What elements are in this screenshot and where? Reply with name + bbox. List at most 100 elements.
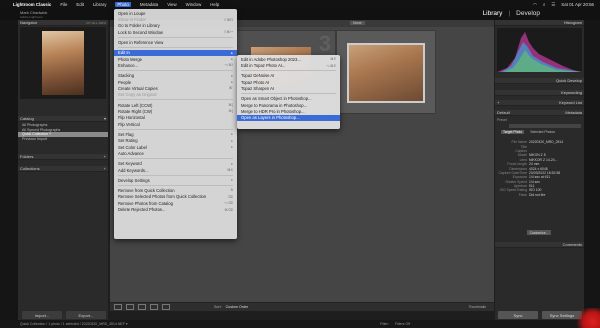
photo-menu-item-label: Enhance... [118, 62, 139, 68]
menu-separator [118, 128, 233, 130]
photo-menu-item-label: Rotate Right (CW) [118, 108, 153, 114]
menu-edit[interactable]: Edit [76, 2, 84, 7]
edit-in-item-topaz-sharpen-ai[interactable]: Topaz Sharpen AI [237, 85, 340, 91]
metadata-key: Exposure [512, 175, 527, 180]
metadata-tabs: Target Photo Selected Photos [501, 130, 555, 134]
keyword-list-header[interactable]: + Keyword List [495, 100, 584, 106]
photo-menu-item-flip-vertical[interactable]: Flip Vertical [114, 121, 237, 127]
menu-library[interactable]: Library [93, 2, 106, 7]
photo-menu-item-open-in-reference-view[interactable]: Open in Reference View [114, 39, 237, 45]
photo-menu-item-label: Stacking [118, 73, 135, 79]
metadata-value[interactable]: ISO 100 [529, 188, 541, 192]
metadata-key: Flash [518, 192, 527, 197]
folders-header[interactable]: Folders + [18, 154, 108, 160]
collections-header[interactable]: Collections + [18, 166, 108, 172]
photo-menu-item-set-copy-as-original[interactable]: Set Copy as Original [114, 92, 237, 98]
tab-target-photo[interactable]: Target Photo [501, 130, 525, 134]
keywording-header[interactable]: Keywording [495, 90, 584, 96]
metadata-preset-select[interactable]: Default [497, 110, 510, 115]
export-button[interactable]: Export... [66, 311, 106, 319]
edit-in-item-label: Open as Layers in Photoshop... [241, 115, 300, 121]
control-center-icon[interactable]: ☰ [551, 2, 555, 8]
menu-separator [241, 93, 336, 95]
menu-view[interactable]: View [167, 2, 176, 7]
filter-select[interactable]: Filters Off [395, 322, 410, 326]
sort-select[interactable]: Custom Order [226, 305, 249, 309]
menu-file[interactable]: File [60, 2, 67, 7]
module-develop[interactable]: Develop [516, 10, 540, 17]
keyword-list-title: Keyword List [559, 100, 582, 105]
metadata-value[interactable]: NIKON Z 8 [529, 153, 546, 157]
navigator-header[interactable]: Navigator FIT FILL 100% [18, 20, 108, 26]
people-view-icon[interactable] [162, 304, 170, 310]
thumbnails-slider-label[interactable]: Thumbnails [468, 305, 486, 309]
menu-shortcut: ⌥⌘E [325, 63, 336, 68]
sort-none-label[interactable]: None [350, 21, 365, 25]
import-button[interactable]: Import... [22, 311, 62, 319]
photo-menu-item-develop-settings[interactable]: Develop Settings ▸ [114, 177, 237, 183]
customize-button[interactable]: Customize... [527, 230, 551, 235]
photo-menu-item-delete-rejected-photos[interactable]: Delete Rejected Photos... ⌘⌫ [114, 206, 237, 212]
metadata-key: Dimensions [509, 166, 527, 171]
quick-develop-header[interactable]: Quick Develop [495, 78, 584, 84]
menu-metadata[interactable]: Metadata [140, 2, 158, 7]
navigator-preview[interactable] [20, 27, 106, 99]
metadata-value[interactable]: 1/4 sec at f/11 [529, 175, 550, 179]
filmstrip-info[interactable]: Quick Collection / 1 photo / 1 selected … [20, 322, 128, 326]
metadata-value[interactable]: 20220320_MRD_2814 [529, 140, 563, 144]
compare-view-icon[interactable] [138, 304, 146, 310]
photo-menu-item-label: Add Keywords... [118, 167, 149, 173]
module-library[interactable]: Library [483, 10, 503, 17]
catalog-previous-import[interactable]: Previous Import [18, 137, 108, 142]
photo-menu-item-lock-to-second-window[interactable]: Lock to Second Window ⇧⌘↩ [114, 29, 237, 35]
metadata-value[interactable]: 4024 x 6048 [529, 167, 548, 171]
metadata-value[interactable]: f/11 [529, 184, 534, 188]
loupe-view-icon[interactable] [126, 304, 134, 310]
photo-menu-item-label: Set Flag [118, 131, 134, 137]
menubar-status: ◠ ⌕ ☰ Sat 01 Apr 20:56 [533, 0, 594, 9]
mac-menubar: Lightroom Classic File Edit Library Phot… [0, 0, 600, 9]
metadata-header[interactable]: Default Metadata [495, 110, 584, 116]
metadata-value[interactable]: NIKKOR Z 14-24... [529, 158, 557, 162]
catalog-header[interactable]: Catalog ▾ [18, 116, 108, 122]
metadata-value[interactable]: Did not fire [529, 193, 545, 197]
preset-select[interactable] [509, 124, 581, 128]
photo-menu-item-enhance[interactable]: Enhance... ⌥⌘I [114, 62, 237, 68]
grid-cell[interactable] [336, 30, 436, 114]
metadata-value[interactable]: 20/03/2022 18:52:58 [529, 171, 560, 175]
photo-menu-item-label: Show in Finder [118, 17, 146, 23]
photo-menu-item-label: Flip Horizontal [118, 115, 145, 121]
grid-thumbnail-selected[interactable] [347, 43, 425, 103]
edit-in-item-open-as-layers-in-photoshop[interactable]: Open as Layers in Photoshop... [237, 114, 340, 122]
menu-separator [118, 47, 233, 49]
metadata-key: Shutter Speed [505, 179, 527, 184]
photo-menu-item-add-keywords[interactable]: Add Keywords... ⌘K [114, 167, 237, 173]
metadata-value[interactable]: 24 mm [529, 162, 539, 166]
menu-photo[interactable]: Photo [115, 2, 131, 7]
photo-menu-item-auto-advance[interactable]: Auto Advance [114, 150, 237, 156]
metadata-fields: File Name 20220320_MRD_2814 Title Caption Mo… [497, 140, 583, 197]
menu-window[interactable]: Window [186, 2, 202, 7]
edit-in-item-edit-in-topaz-photo-ai[interactable]: Edit in Topaz Photo AI... ⌥⌘E [237, 62, 340, 68]
navigator-title: Navigator [20, 20, 38, 25]
edit-in-item-label: Edit in Adobe Photoshop 2023... [241, 56, 301, 62]
comments-header[interactable]: Comments [495, 242, 584, 248]
sync-button[interactable]: Sync [498, 311, 538, 319]
grid-view-icon[interactable] [114, 304, 122, 310]
edit-in-item-label: Topaz DeNoise AI [241, 73, 275, 79]
search-icon[interactable]: ⌕ [543, 2, 545, 7]
app-menu[interactable]: Lightroom Classic [13, 2, 51, 7]
filter-label: Filter: [380, 322, 389, 326]
wifi-icon[interactable]: ◠ [533, 2, 537, 8]
metadata-key: Title [520, 144, 527, 149]
survey-view-icon[interactable] [150, 304, 158, 310]
histogram-title: Histogram [563, 20, 582, 25]
photo-menu-item-label: Lock to Second Window [118, 29, 163, 35]
menubar-clock[interactable]: Sat 01 Apr 20:56 [561, 2, 594, 7]
tab-selected-photos[interactable]: Selected Photos [530, 130, 555, 134]
histogram-header[interactable]: Histogram [495, 20, 584, 26]
menu-help[interactable]: Help [210, 2, 219, 7]
folders-title: Folders [20, 154, 34, 159]
metadata-key: Model [517, 153, 527, 158]
metadata-value[interactable]: 1/4 sec [529, 180, 540, 184]
